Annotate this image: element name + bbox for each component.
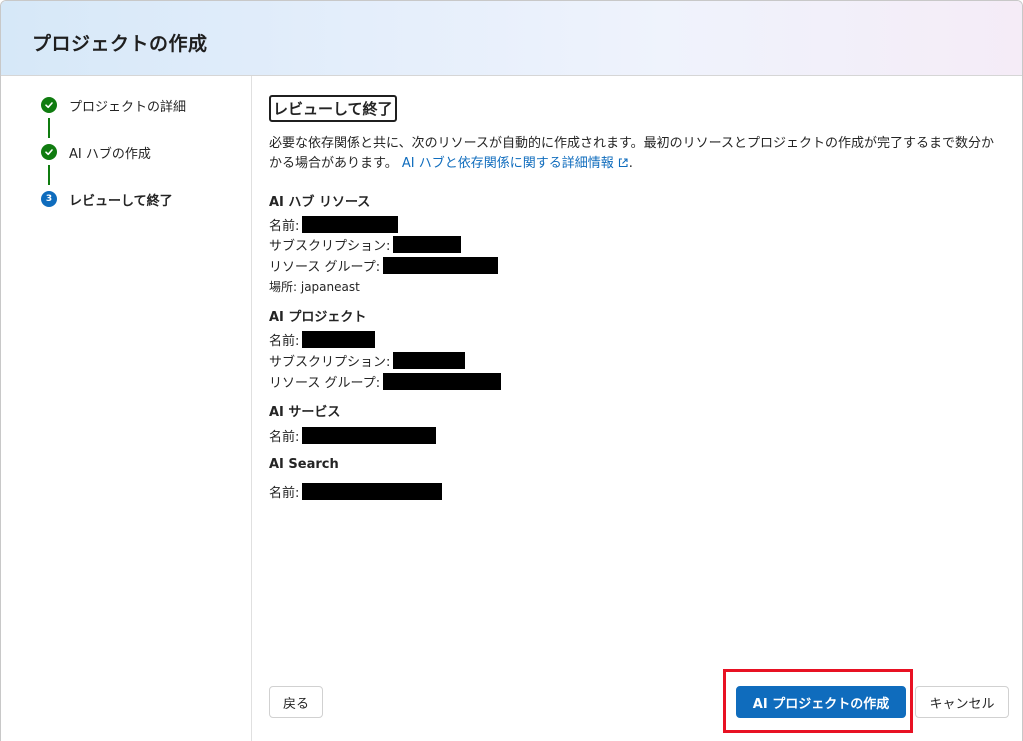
step-review-finish[interactable]: 3 レビューして終了 [41, 189, 173, 209]
hub-section-title: AI ハブ リソース [269, 195, 371, 210]
step-label: プロジェクトの詳細 [69, 99, 187, 115]
redacted-value [302, 330, 376, 348]
project-name-field: 名前: [269, 330, 376, 349]
search-section-title: AI Search [269, 457, 339, 472]
field-label: 名前: [269, 429, 300, 445]
field-label: 名前: [269, 218, 300, 234]
checkmark-icon [41, 144, 57, 160]
redacted-value [302, 482, 443, 500]
step-label: AI ハブの作成 [69, 146, 151, 162]
intro-text: 必要な依存関係と共に、次のリソースが自動的に作成されます。最初のリソースとプロジ… [269, 134, 1004, 176]
step-connector [48, 165, 50, 185]
step-ai-hub[interactable]: AI ハブの作成 [41, 142, 151, 162]
redacted-value [393, 235, 462, 253]
redacted-value [302, 426, 437, 444]
project-section-title: AI プロジェクト [269, 310, 367, 325]
hub-subscription-field: サブスクリプション: [269, 235, 462, 254]
field-label: サブスクリプション: [269, 238, 391, 254]
step-project-details[interactable]: プロジェクトの詳細 [41, 95, 186, 115]
project-resource-group-field: リソース グループ: [269, 372, 502, 391]
redacted-value [393, 351, 466, 369]
step-number-badge: 3 [41, 191, 57, 207]
review-panel: レビューして終了 必要な依存関係と共に、次のリソースが自動的に作成されます。最初… [269, 76, 1009, 741]
redacted-value [383, 372, 502, 390]
external-link-icon [617, 156, 629, 176]
field-label: リソース グループ: [269, 259, 381, 275]
services-name-field: 名前: [269, 426, 437, 445]
redacted-value [383, 256, 499, 274]
hub-name-field: 名前: [269, 215, 399, 234]
dialog-header: プロジェクトの作成 [1, 1, 1022, 76]
checkmark-icon [41, 97, 57, 113]
hub-location-field: 場所: japaneast [269, 279, 360, 294]
field-label: リソース グループ: [269, 375, 381, 391]
field-label: 名前: [269, 333, 300, 349]
redacted-value [302, 215, 399, 233]
step-connector [48, 118, 50, 138]
step-label: レビューして終了 [69, 193, 173, 209]
create-project-dialog: プロジェクトの作成 プロジェクトの詳細 AI ハブの作成 3 レビューして終了 … [0, 0, 1023, 741]
search-name-field: 名前: [269, 482, 443, 501]
project-subscription-field: サブスクリプション: [269, 351, 466, 370]
hub-resource-group-field: リソース グループ: [269, 256, 499, 275]
dialog-title: プロジェクトの作成 [32, 33, 208, 55]
field-label: サブスクリプション: [269, 354, 391, 370]
cancel-button[interactable]: キャンセル [915, 686, 1009, 718]
learn-more-link-text: AI ハブと依存関係に関する詳細情報 [401, 156, 614, 171]
highlight-annotation [723, 669, 913, 733]
intro-suffix: . [628, 156, 633, 171]
learn-more-link[interactable]: AI ハブと依存関係に関する詳細情報 [402, 156, 629, 171]
wizard-steps: プロジェクトの詳細 AI ハブの作成 3 レビューして終了 [1, 76, 252, 741]
field-label: 名前: [269, 485, 300, 501]
services-section-title: AI サービス [269, 405, 341, 420]
back-button[interactable]: 戻る [269, 686, 323, 718]
page-title: レビューして終了 [269, 95, 397, 122]
